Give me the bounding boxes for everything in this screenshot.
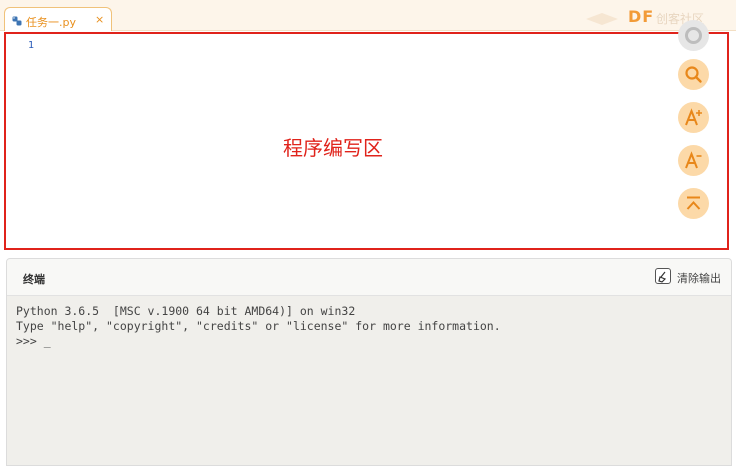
search-button[interactable] <box>678 59 709 90</box>
font-increase-button[interactable] <box>678 102 709 133</box>
clear-output-label: 清除输出 <box>677 272 721 285</box>
code-editor[interactable]: 1 程序编写区 <box>4 20 729 250</box>
terminal-line: Type "help", "copyright", "credits" or "… <box>16 319 501 333</box>
terminal-prompt: >>> _ <box>16 334 51 348</box>
logo-shape-icon <box>586 13 618 25</box>
font-decrease-icon <box>685 151 702 169</box>
terminal-line: Python 3.6.5 [MSC v.1900 64 bit AMD64)] … <box>16 304 356 318</box>
settings-button[interactable] <box>678 20 709 51</box>
tab-bar: 任务一.py × DF 创客社区 <box>0 0 736 31</box>
terminal-header: 终端 清除输出 <box>7 259 731 296</box>
font-increase-icon <box>685 108 702 126</box>
clear-output-button[interactable]: 清除输出 <box>655 267 729 287</box>
font-decrease-button[interactable] <box>678 145 709 176</box>
python-icon <box>12 16 22 26</box>
close-icon[interactable]: × <box>95 13 104 26</box>
collapse-up-button[interactable] <box>678 188 709 219</box>
tab-file[interactable]: 任务一.py × <box>4 7 112 31</box>
terminal-output[interactable]: Python 3.6.5 [MSC v.1900 64 bit AMD64)] … <box>16 304 501 349</box>
editor-caption: 程序编写区 <box>283 136 383 160</box>
collapse-up-icon <box>686 196 701 210</box>
tab-label: 任务一.py <box>26 16 76 29</box>
settings-icon <box>685 27 702 44</box>
logo-df: DF <box>628 7 655 26</box>
terminal-title: 终端 <box>23 273 45 286</box>
line-number: 1 <box>28 40 35 51</box>
terminal-panel: 终端 清除输出 Python 3.6.5 [MSC v.1900 64 bit … <box>6 258 732 466</box>
broom-icon <box>655 268 671 284</box>
search-icon <box>685 66 702 83</box>
